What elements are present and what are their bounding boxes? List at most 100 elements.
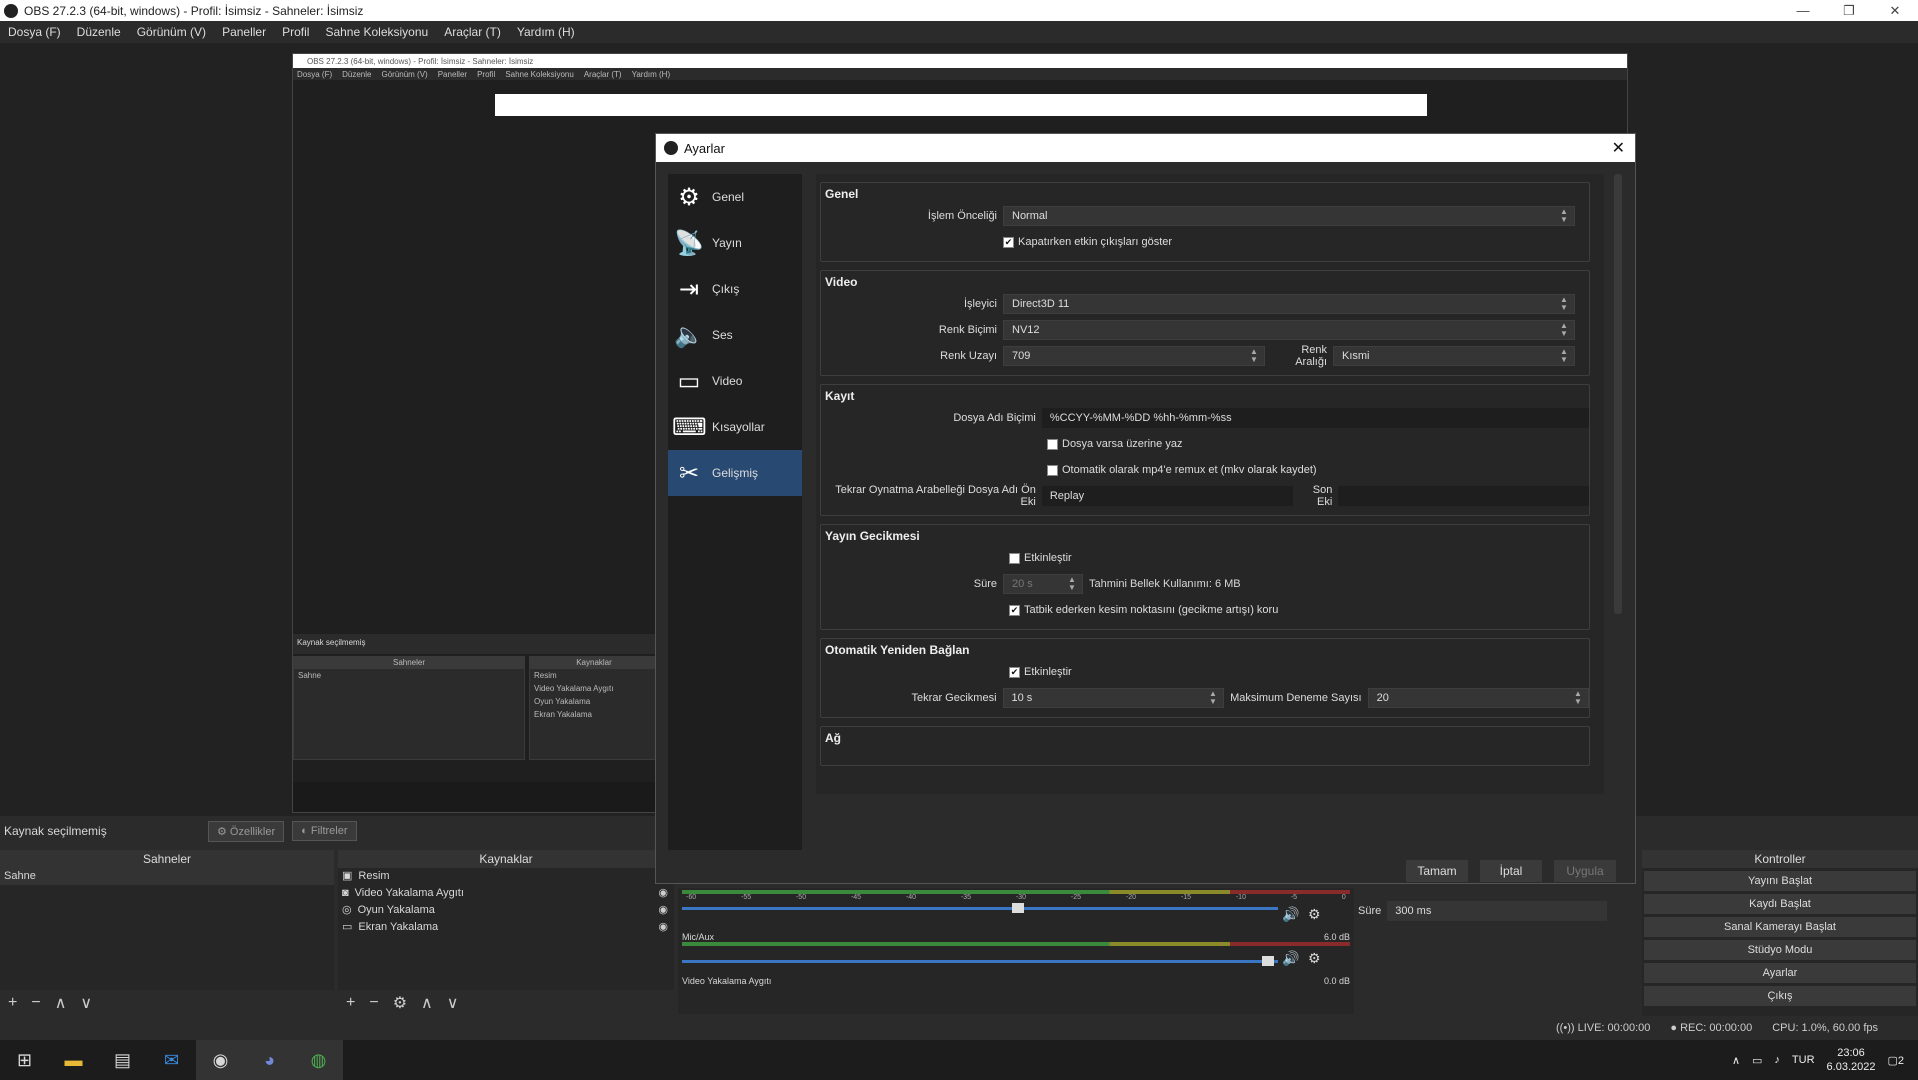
delay-duration-spin[interactable]: 20 s ▲ ▼ xyxy=(1003,574,1083,594)
language-indicator[interactable]: TUR xyxy=(1792,1054,1815,1066)
nested-scene-item: Sahne xyxy=(298,671,322,680)
studio-mode-button[interactable]: Stüdyo Modu xyxy=(1644,940,1916,960)
minimize-button[interactable]: — xyxy=(1780,3,1826,19)
windows-start-icon[interactable]: ⊞ xyxy=(0,1040,49,1080)
source-item[interactable]: ▭ Ekran Yakalama ◉ xyxy=(338,919,674,936)
overwrite-checkbox[interactable]: Dosya varsa üzerine yaz xyxy=(1047,438,1182,450)
network-icon[interactable]: ▭ xyxy=(1752,1054,1762,1067)
duration-input[interactable]: 300 ms xyxy=(1387,901,1608,921)
nested-menu-item: Paneller xyxy=(437,69,468,79)
cancel-button[interactable]: İptal xyxy=(1480,860,1542,882)
replay-prefix-input[interactable]: Replay xyxy=(1041,486,1293,506)
nav-video[interactable]: ▭ Video xyxy=(668,358,802,404)
filename-format-input[interactable]: %CCYY-%MM-%DD %hh-%mm-%ss xyxy=(1041,408,1589,428)
source-item[interactable]: ◙ Video Yakalama Aygıtı ◉ xyxy=(338,885,674,902)
max-retries-spin[interactable]: 20 ▲ ▼ xyxy=(1367,688,1589,708)
file-explorer-icon[interactable]: ▬ xyxy=(49,1040,98,1080)
obs-taskbar-icon[interactable]: ◉ xyxy=(196,1040,245,1080)
scene-item[interactable]: Sahne xyxy=(0,868,334,885)
settings-content[interactable]: Genel İşlem Önceliği Normal ▲ ▼ ✔ Kapatırke… xyxy=(816,174,1604,794)
chrome-icon[interactable]: ◍ xyxy=(294,1040,343,1080)
close-button[interactable]: ✕ xyxy=(1872,3,1918,19)
settings-button[interactable]: Ayarlar xyxy=(1644,963,1916,983)
filters-button[interactable]: ◐ Filtreler xyxy=(292,821,357,841)
apply-button[interactable]: Uygula xyxy=(1554,860,1616,882)
speaker-icon[interactable]: 🔊 xyxy=(1282,950,1299,967)
eye-icon[interactable]: ◉ xyxy=(658,885,668,902)
source-item[interactable]: ▣Resim◉ xyxy=(338,868,674,885)
color-space-select[interactable]: 709 ▲ ▼ xyxy=(1003,346,1265,366)
menu-help[interactable]: Yardım (H) xyxy=(509,25,583,39)
clock[interactable]: 23:06 6.03.2022 xyxy=(1827,1046,1876,1074)
exit-button[interactable]: Çıkış xyxy=(1644,986,1916,1006)
nav-audio[interactable]: 🔈 Ses xyxy=(668,312,802,358)
tick: -25 xyxy=(1070,894,1082,901)
start-recording-button[interactable]: Kaydı Başlat xyxy=(1644,894,1916,914)
down-icon[interactable]: ∨ xyxy=(447,993,459,1013)
obs-logo-icon xyxy=(664,141,678,155)
volume-slider[interactable] xyxy=(682,956,1278,966)
renderer-select[interactable]: Direct3D 11 ▲ ▼ xyxy=(1003,294,1575,314)
suffix-input[interactable] xyxy=(1338,486,1590,506)
slider-handle[interactable] xyxy=(1012,903,1024,913)
start-streaming-button[interactable]: Yayını Başlat xyxy=(1644,871,1916,891)
reconnect-enable-checkbox[interactable]: ✔ Etkinleştir xyxy=(1009,666,1072,678)
recording-group: Kayıt Dosya Adı Biçimi %CCYY-%MM-%DD %hh… xyxy=(820,384,1590,516)
max-retries-label: Maksimum Deneme Sayısı xyxy=(1230,692,1362,704)
eye-icon[interactable]: ◉ xyxy=(658,919,668,936)
remove-icon[interactable]: − xyxy=(31,994,40,1012)
gear-icon[interactable]: ⚙ xyxy=(1308,950,1321,967)
remux-checkbox[interactable]: Otomatik olarak mp4'e remux et (mkv olar… xyxy=(1047,464,1317,476)
nav-hotkeys[interactable]: ⌨ Kısayollar xyxy=(668,404,802,450)
remove-icon[interactable]: − xyxy=(369,994,378,1012)
menu-scene-collection[interactable]: Sahne Koleksiyonu xyxy=(317,25,436,39)
gear-icon[interactable]: ⚙ xyxy=(1308,906,1321,923)
down-icon[interactable]: ∨ xyxy=(80,993,92,1013)
add-icon[interactable]: + xyxy=(346,994,355,1012)
settings-scrollbar[interactable] xyxy=(1614,174,1622,614)
retry-delay-spin[interactable]: 10 s ▲ ▼ xyxy=(1002,688,1224,708)
nav-advanced[interactable]: ✂ Gelişmiş xyxy=(668,450,802,496)
source-item[interactable]: ◎ Oyun Yakalama ◉ xyxy=(338,902,674,919)
nav-stream[interactable]: 📡 Yayın xyxy=(668,220,802,266)
menu-tools[interactable]: Araçlar (T) xyxy=(436,25,509,39)
discord-icon[interactable]: ◕ xyxy=(245,1040,294,1080)
maximize-button[interactable]: ❐ xyxy=(1826,3,1872,19)
mail-icon[interactable]: ✉ xyxy=(147,1040,196,1080)
up-icon[interactable]: ∧ xyxy=(55,993,67,1013)
speaker-icon[interactable]: 🔊 xyxy=(1282,906,1299,923)
close-icon[interactable]: ✕ xyxy=(1612,138,1625,158)
up-icon[interactable]: ∧ xyxy=(421,993,433,1013)
delay-enable-checkbox[interactable]: Etkinleştir xyxy=(1009,552,1072,564)
show-active-outputs-checkbox[interactable]: ✔ Kapatırken etkin çıkışları göster xyxy=(1003,236,1172,248)
volume-slider[interactable] xyxy=(682,903,1278,913)
notification-icon[interactable]: ▢2 xyxy=(1887,1054,1904,1067)
menu-file[interactable]: Dosya (F) xyxy=(0,25,69,39)
cpu-status: CPU: 1.0%, 60.00 fps xyxy=(1772,1022,1878,1034)
gear-icon[interactable]: ⚙ xyxy=(393,993,407,1013)
color-range-select[interactable]: Kısmi ▲ ▼ xyxy=(1333,346,1575,366)
stream-delay-group: Yayın Gecikmesi Etkinleştir Süre 20 s ▲ ▼ … xyxy=(820,524,1590,630)
priority-select[interactable]: Normal ▲ ▼ xyxy=(1003,206,1575,226)
menu-view[interactable]: Görünüm (V) xyxy=(129,25,214,39)
priority-value: Normal xyxy=(1012,210,1048,222)
add-icon[interactable]: + xyxy=(8,994,17,1012)
preserve-cutoff-checkbox[interactable]: ✔ Tatbik ederken kesim noktasını (gecikme… xyxy=(1009,604,1278,616)
slider-handle[interactable] xyxy=(1262,956,1274,966)
menu-edit[interactable]: Düzenle xyxy=(69,25,129,39)
properties-button[interactable]: ⚙ Özellikler xyxy=(208,820,285,842)
nav-general[interactable]: ⚙ Genel xyxy=(668,174,802,220)
menu-docks[interactable]: Paneller xyxy=(214,25,274,39)
color-format-select[interactable]: NV12 ▲ ▼ xyxy=(1003,320,1575,340)
menu-profile[interactable]: Profil xyxy=(274,25,317,39)
network-group: Ağ xyxy=(820,726,1590,766)
store-icon[interactable]: ▤ xyxy=(98,1040,147,1080)
group-title: Ağ xyxy=(825,731,841,745)
eye-icon[interactable]: ◉ xyxy=(658,902,668,919)
volume-icon[interactable]: ♪ xyxy=(1774,1054,1780,1066)
chevron-up-icon[interactable]: ∧ xyxy=(1732,1054,1740,1067)
start-virtual-camera-button[interactable]: Sanal Kamerayı Başlat xyxy=(1644,917,1916,937)
ok-button[interactable]: Tamam xyxy=(1406,860,1468,882)
nested-no-source: Kaynak seçilmemiş xyxy=(293,634,657,654)
nav-output[interactable]: ⇥ Çıkış xyxy=(668,266,802,312)
